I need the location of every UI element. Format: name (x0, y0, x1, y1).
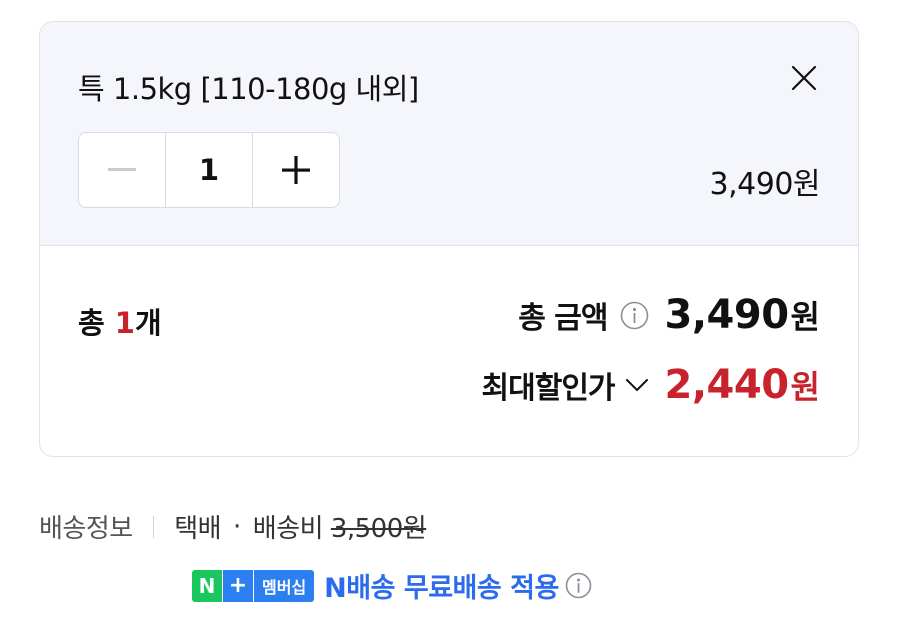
decrease-button[interactable] (79, 133, 165, 207)
quantity-value[interactable]: 1 (164, 133, 254, 207)
purchase-card: 특 1.5kg [110-180g 내외] 1 3,490원 총 1개 총 금액 (39, 21, 859, 457)
minus-icon (107, 168, 136, 171)
badge-plus: + (222, 569, 253, 602)
shipping-method: 택배 (174, 514, 222, 544)
quantity-stepper: 1 (78, 132, 340, 208)
shipping-label: 배송정보 (39, 514, 133, 544)
total-amount-currency: 원 (790, 298, 820, 336)
shipping-info: 배송정보 택배 · 배송비 3,500원 (39, 508, 427, 545)
max-discount-row[interactable]: 최대할인가 2,440 원 (482, 362, 820, 408)
membership-free-shipping: N + 멤버십 N배송 무료배송 적용 (192, 566, 592, 605)
close-icon[interactable] (790, 64, 818, 92)
max-discount-label: 최대할인가 (481, 371, 616, 406)
info-icon[interactable] (620, 301, 649, 330)
total-count-prefix: 총 (78, 306, 115, 340)
naver-plus-membership-badge: N + 멤버십 (192, 569, 315, 602)
info-icon[interactable] (565, 572, 592, 599)
total-amount-row: 총 금액 3,490 원 (518, 292, 820, 338)
badge-n: N (192, 569, 222, 602)
separator-dot: · (233, 511, 241, 542)
option-title: 특 1.5kg [110-180g 내외] (78, 72, 419, 106)
total-count: 총 1개 (78, 300, 162, 342)
total-count-suffix: 개 (134, 306, 162, 340)
option-price: 3,490원 (709, 167, 821, 202)
shipping-fee-original: 3,500원 (330, 514, 427, 544)
total-count-number: 1 (114, 306, 135, 340)
max-discount-currency: 원 (790, 368, 820, 406)
free-shipping-text: N배송 무료배송 적용 (324, 573, 559, 604)
shipping-fee-label: 배송비 (252, 514, 324, 544)
chevron-down-icon[interactable] (625, 378, 649, 392)
total-amount-label: 총 금액 (518, 301, 608, 336)
max-discount-value: 2,440 (664, 362, 790, 408)
badge-membership: 멤버십 (253, 569, 315, 602)
selected-option-panel: 특 1.5kg [110-180g 내외] 1 3,490원 (40, 22, 858, 246)
plus-icon (282, 156, 311, 184)
total-amount-value: 3,490 (664, 292, 790, 338)
divider (152, 515, 155, 538)
increase-button[interactable] (253, 133, 339, 207)
